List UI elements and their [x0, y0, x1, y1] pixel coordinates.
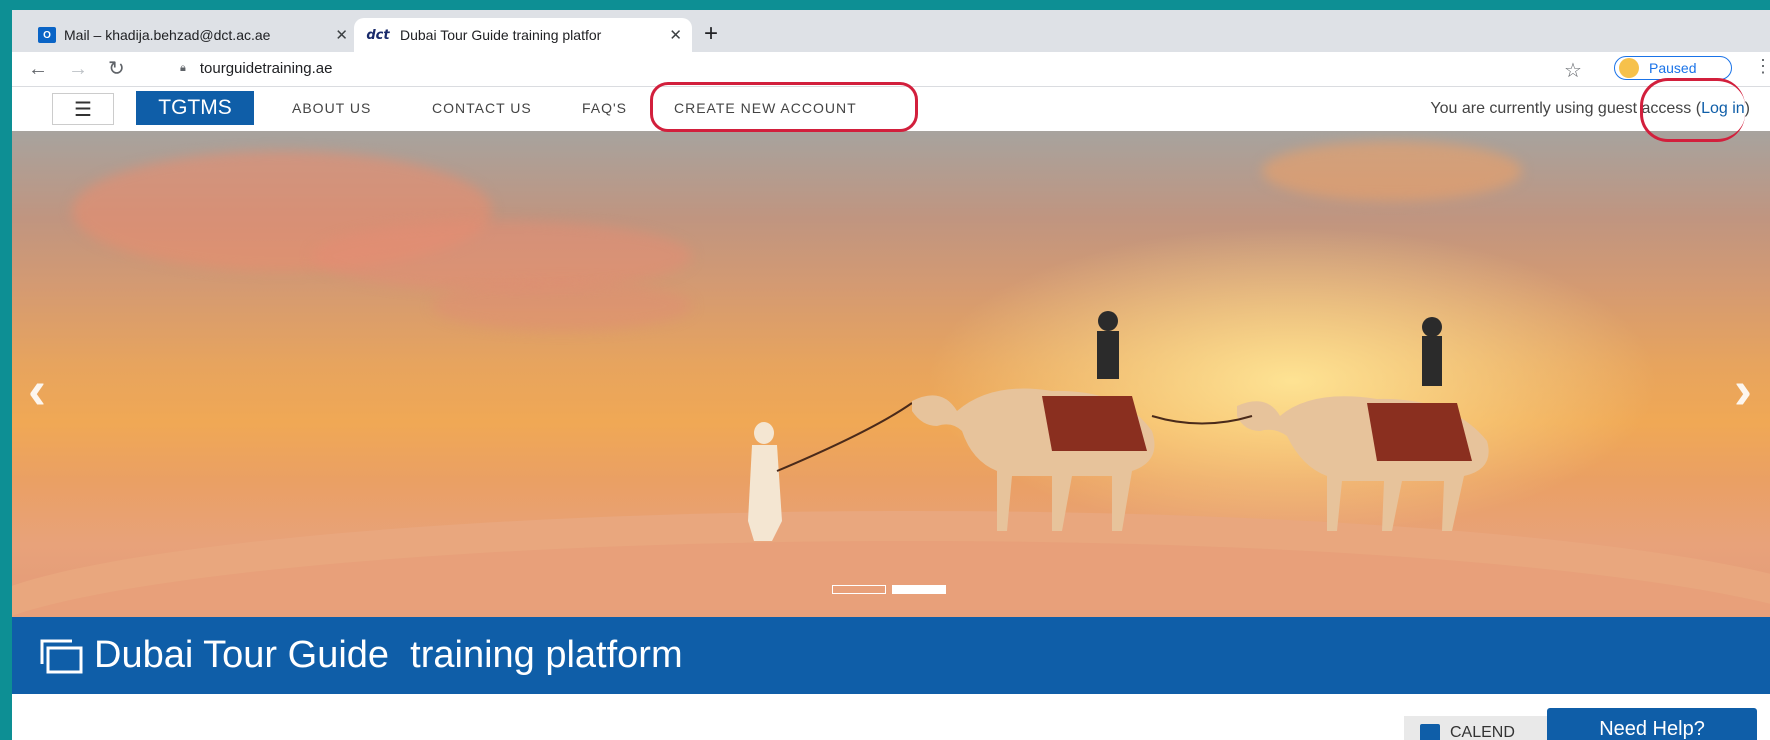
calendar-button[interactable]: CALEND: [1404, 716, 1564, 740]
reload-icon[interactable]: ↻: [108, 58, 125, 80]
forward-icon[interactable]: →: [68, 58, 88, 80]
carousel-prev-arrow[interactable]: ‹: [28, 359, 46, 421]
title-banner: Dubai Tour Guide training platform: [12, 617, 1770, 694]
hero-carousel: ‹ ›: [12, 131, 1770, 617]
profile-status: Paused: [1649, 60, 1697, 76]
lock-icon: 🔒︎: [180, 62, 186, 74]
nav-create-new-account[interactable]: CREATE NEW ACCOUNT: [674, 100, 857, 116]
menu-kebab-icon[interactable]: ⋮: [1754, 56, 1770, 77]
carousel-indicator[interactable]: [832, 585, 886, 594]
carousel-indicators: [832, 585, 946, 594]
page-title: Dubai Tour Guide training platform: [94, 634, 683, 676]
copy-icon: [40, 639, 83, 673]
tab-title: Dubai Tour Guide training platfor: [400, 27, 602, 43]
back-icon[interactable]: ←: [28, 58, 48, 80]
camel-caravan-illustration: [748, 311, 1489, 541]
nav-about-us[interactable]: ABOUT US: [292, 100, 371, 116]
profile-button[interactable]: Paused: [1614, 56, 1732, 80]
nav-faqs[interactable]: FAQ'S: [582, 100, 627, 116]
avatar: [1619, 58, 1639, 78]
carousel-next-arrow[interactable]: ›: [1734, 359, 1752, 421]
login-link[interactable]: Log in: [1701, 100, 1745, 117]
calendar-label: CALEND: [1450, 724, 1515, 740]
site-navbar: ☰ TGTMS ABOUT US CONTACT US FAQ'S CREATE…: [12, 87, 1770, 132]
tab-title: Mail – khadija.behzad@dct.ac.ae: [64, 27, 271, 43]
need-help-button[interactable]: Need Help?: [1547, 708, 1757, 740]
calendar-icon: [1420, 724, 1440, 740]
address-toolbar: ← → ↻ 🔒︎ tourguidetraining.ae ☆ Paused ⋮: [12, 52, 1770, 87]
nav-contact-us[interactable]: CONTACT US: [432, 100, 532, 116]
guest-access-notice: You are currently using guest access (Lo…: [1430, 100, 1750, 117]
guest-text: You are currently using guest access: [1430, 100, 1692, 117]
close-icon[interactable]: ✕: [669, 26, 682, 44]
tab-dubai-tour-guide[interactable]: dct Dubai Tour Guide training platfor ✕: [354, 18, 692, 52]
hamburger-icon: ☰: [74, 98, 92, 121]
address-bar[interactable]: 🔒︎ tourguidetraining.ae: [180, 60, 332, 77]
browser-window: O Mail – khadija.behzad@dct.ac.ae ✕ dct …: [12, 10, 1770, 740]
close-icon[interactable]: ✕: [335, 26, 348, 44]
brand-logo[interactable]: TGTMS: [136, 91, 254, 125]
tab-strip: O Mail – khadija.behzad@dct.ac.ae ✕ dct …: [12, 10, 1770, 52]
carousel-indicator-active[interactable]: [892, 585, 946, 594]
new-tab-button[interactable]: +: [704, 22, 718, 46]
url-text: tourguidetraining.ae: [199, 60, 333, 77]
dct-icon: dct: [366, 27, 390, 43]
outlook-icon: O: [38, 27, 56, 43]
bookmark-star-icon[interactable]: ☆: [1564, 58, 1582, 83]
tab-mail[interactable]: O Mail – khadija.behzad@dct.ac.ae ✕: [28, 18, 358, 52]
hamburger-menu-button[interactable]: ☰: [52, 93, 114, 125]
guide-figure: [748, 422, 782, 541]
